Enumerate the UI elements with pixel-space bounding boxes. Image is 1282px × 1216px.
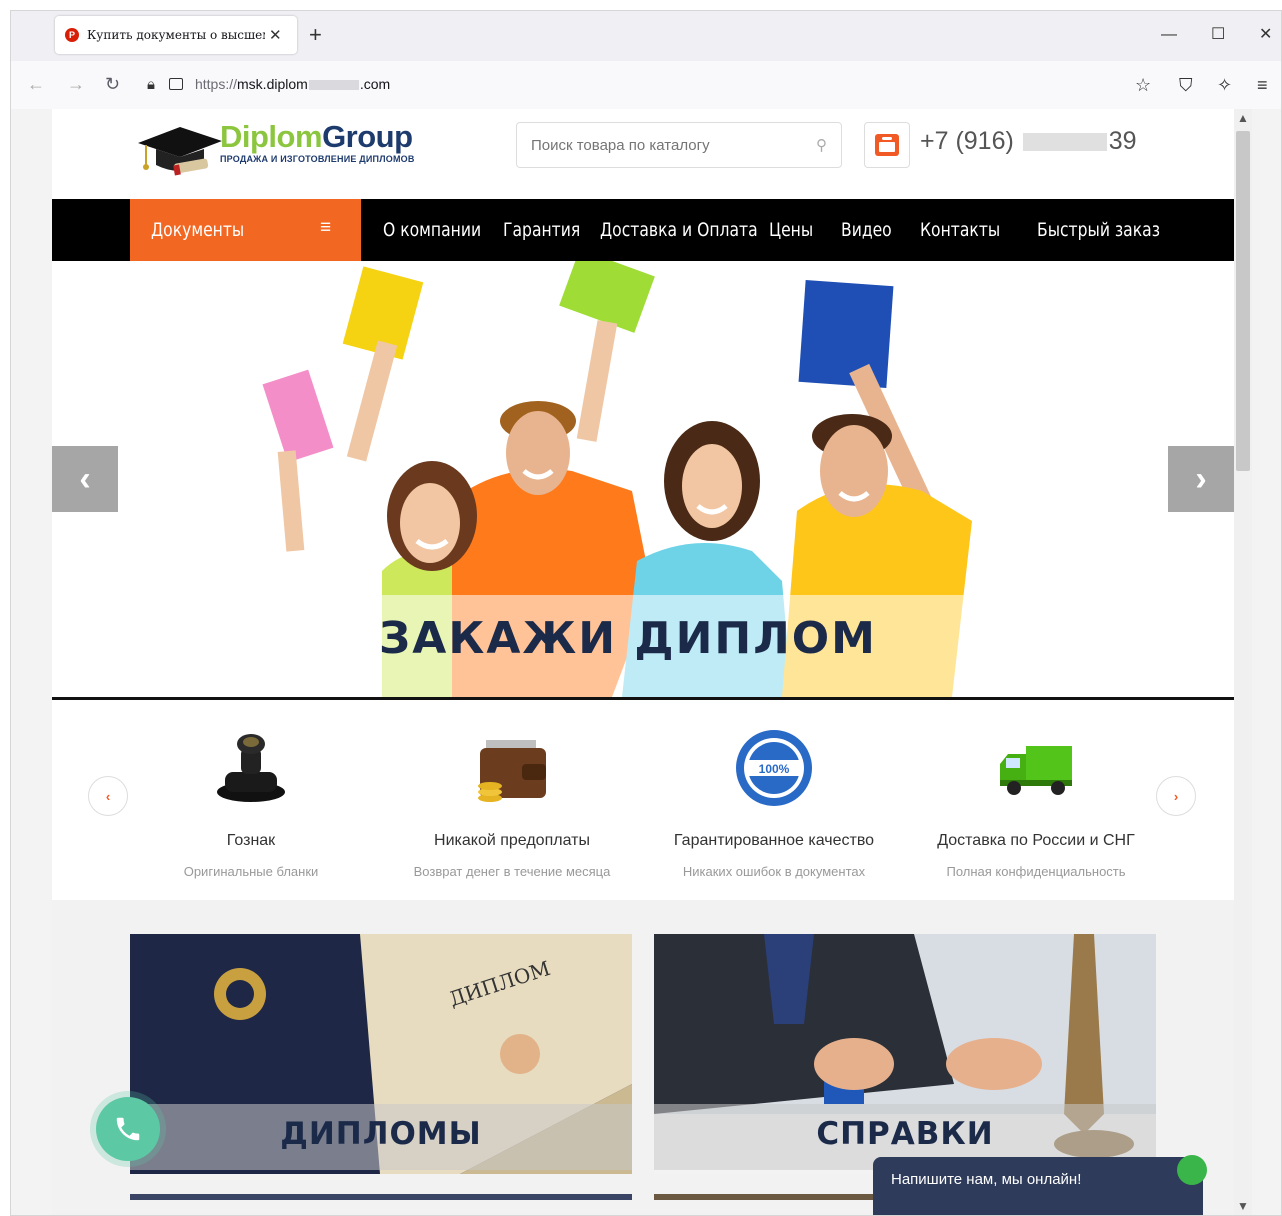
new-tab-button[interactable]: + [309, 23, 322, 47]
hero-slider: ‹ › ЗАКАЖИ ДИПЛОМ [52, 261, 1234, 697]
menu-item-about[interactable]: О компании [383, 219, 481, 241]
close-tab-icon[interactable]: ✕ [269, 26, 282, 44]
nav-toolbar: ← → ↻ 🔒︎ https://msk.diplom .com ☆ ⛉ ✧ ≡ [11, 61, 1281, 110]
phone-icon-box [864, 122, 910, 168]
favicon-icon: P [65, 28, 79, 42]
url-blur [308, 80, 359, 91]
svg-text:100%: 100% [759, 762, 790, 776]
main-menu: Документы ≡ О компании Гарантия Доставка… [52, 199, 1234, 261]
menu-item-guarantee[interactable]: Гарантия [503, 219, 580, 241]
card-band: ДИПЛОМЫ [130, 1104, 632, 1170]
category-card-diplomas[interactable]: ДИПЛОМ ДИПЛОМЫ [130, 934, 632, 1174]
stamp-icon [217, 734, 285, 802]
tab-title: Купить документы о высшем о [87, 28, 265, 42]
category-title: СПРАВКИ [816, 1116, 994, 1152]
maximize-icon[interactable]: ☐ [1211, 25, 1225, 45]
feature-subtitle: Оригинальные бланки [183, 864, 319, 879]
url-bar[interactable]: 🔒︎ https://msk.diplom .com [137, 67, 1137, 101]
url-protocol: https:// [194, 76, 238, 92]
logo-tagline: ПРОДАЖА И ИЗГОТОВЛЕНИЕ ДИПЛОМОВ [220, 154, 415, 164]
category-title: ДИПЛОМЫ [280, 1116, 482, 1152]
lock-icon[interactable]: 🔒︎ [147, 76, 155, 93]
feature-title: Гознак [226, 832, 276, 849]
browser-tab[interactable]: P Купить документы о высшем о ✕ [55, 16, 297, 54]
menu-documents-label: Документы [151, 219, 245, 241]
feature-title: Доставка по России и СНГ [937, 832, 1135, 849]
forward-icon[interactable]: → [67, 73, 85, 95]
scroll-down-icon[interactable]: ▼ [1237, 1199, 1249, 1213]
menu-documents[interactable]: Документы ≡ [130, 199, 361, 261]
logo-text[interactable]: DiplomGroup [220, 119, 413, 155]
phone-icon [875, 134, 899, 156]
hero-title: ЗАКАЖИ ДИПЛОМ [379, 613, 877, 664]
page-viewport: DiplomGroup ПРОДАЖА И ИЗГОТОВЛЕНИЕ ДИПЛО… [11, 109, 1281, 1215]
bookmark-star-icon[interactable]: ☆ [1135, 74, 1151, 96]
features-next-button[interactable]: › [1156, 776, 1196, 816]
graduation-cap-icon [138, 127, 222, 176]
hero-prev-button[interactable]: ‹ [52, 446, 118, 512]
url-host-end: .com [359, 76, 391, 92]
hero-banner: ЗАКАЖИ ДИПЛОМ [286, 595, 970, 697]
permissions-icon[interactable] [168, 78, 183, 90]
scroll-thumb[interactable] [1236, 131, 1250, 471]
phone-suffix: 39 [1108, 127, 1137, 155]
scrollbar[interactable]: ▲ ▼ [1234, 109, 1252, 1215]
feature-title: Никакой предоплаты [434, 832, 590, 849]
reload-icon[interactable]: ↻ [105, 73, 120, 95]
search-icon[interactable]: ⚲ [816, 136, 827, 154]
minimize-icon[interactable]: — [1161, 25, 1177, 45]
wallet-icon [478, 740, 546, 802]
shield-icon[interactable]: ⛉ [1179, 74, 1193, 96]
truck-icon [1000, 746, 1072, 795]
chat-text: Напишите нам, мы онлайн! [891, 1171, 1082, 1188]
menu-icon[interactable]: ≡ [1257, 74, 1268, 96]
search-box: ⚲ [516, 122, 842, 168]
close-window-icon[interactable]: ✕ [1259, 25, 1272, 45]
call-button[interactable] [96, 1097, 160, 1161]
feature-subtitle: Никаких ошибок в документах [682, 864, 866, 879]
search-input[interactable] [529, 135, 793, 155]
hero-next-button[interactable]: › [1168, 446, 1234, 512]
online-indicator-icon [1177, 1155, 1207, 1185]
feature-subtitle: Возврат денег в течение месяца [413, 864, 611, 879]
phone-prefix: +7 (916) [920, 127, 1014, 155]
phone-number[interactable]: +7 (916) 39 [920, 127, 1137, 156]
logo-part-1: Diplom [220, 119, 323, 154]
menu-item-quick-order[interactable]: Быстрый заказ [1037, 219, 1160, 241]
menu-item-video[interactable]: Видео [841, 219, 892, 241]
back-icon[interactable]: ← [27, 73, 45, 95]
feature-title: Гарантированное качество [673, 832, 875, 849]
hamburger-icon: ≡ [320, 217, 332, 238]
phone-blur [1022, 133, 1107, 152]
site-header: DiplomGroup ПРОДАЖА И ИЗГОТОВЛЕНИЕ ДИПЛО… [52, 109, 1234, 199]
tab-bar: P Купить документы о высшем о ✕ + — ☐ ✕ [11, 11, 1281, 61]
feature-subtitle: Полная конфиденциальность [946, 864, 1126, 879]
scroll-up-icon[interactable]: ▲ [1237, 111, 1249, 125]
extensions-icon[interactable]: ✧ [1217, 74, 1232, 96]
features-carousel: ‹ › Гознак Оригинальные бланки Никакой п… [52, 700, 1234, 900]
card-strip [130, 1194, 632, 1200]
phone-handset-icon [116, 1117, 140, 1141]
menu-item-prices[interactable]: Цены [769, 219, 813, 241]
features-prev-button[interactable]: ‹ [88, 776, 128, 816]
url-host-start: msk.diplom [237, 76, 308, 92]
category-card-certificates[interactable]: СПРАВКИ [654, 934, 1156, 1174]
browser-window: P Купить документы о высшем о ✕ + — ☐ ✕ … [10, 10, 1282, 1216]
menu-item-delivery[interactable]: Доставка и Оплата [600, 219, 758, 241]
menu-item-contacts[interactable]: Контакты [920, 219, 1000, 241]
website: DiplomGroup ПРОДАЖА И ИЗГОТОВЛЕНИЕ ДИПЛО… [52, 109, 1234, 1215]
chat-widget[interactable]: Напишите нам, мы онлайн! [873, 1155, 1207, 1215]
url-text: https://msk.diplom .com [195, 76, 390, 92]
logo-part-2: Group [322, 119, 413, 154]
quality-seal-icon: 100% [736, 730, 812, 806]
